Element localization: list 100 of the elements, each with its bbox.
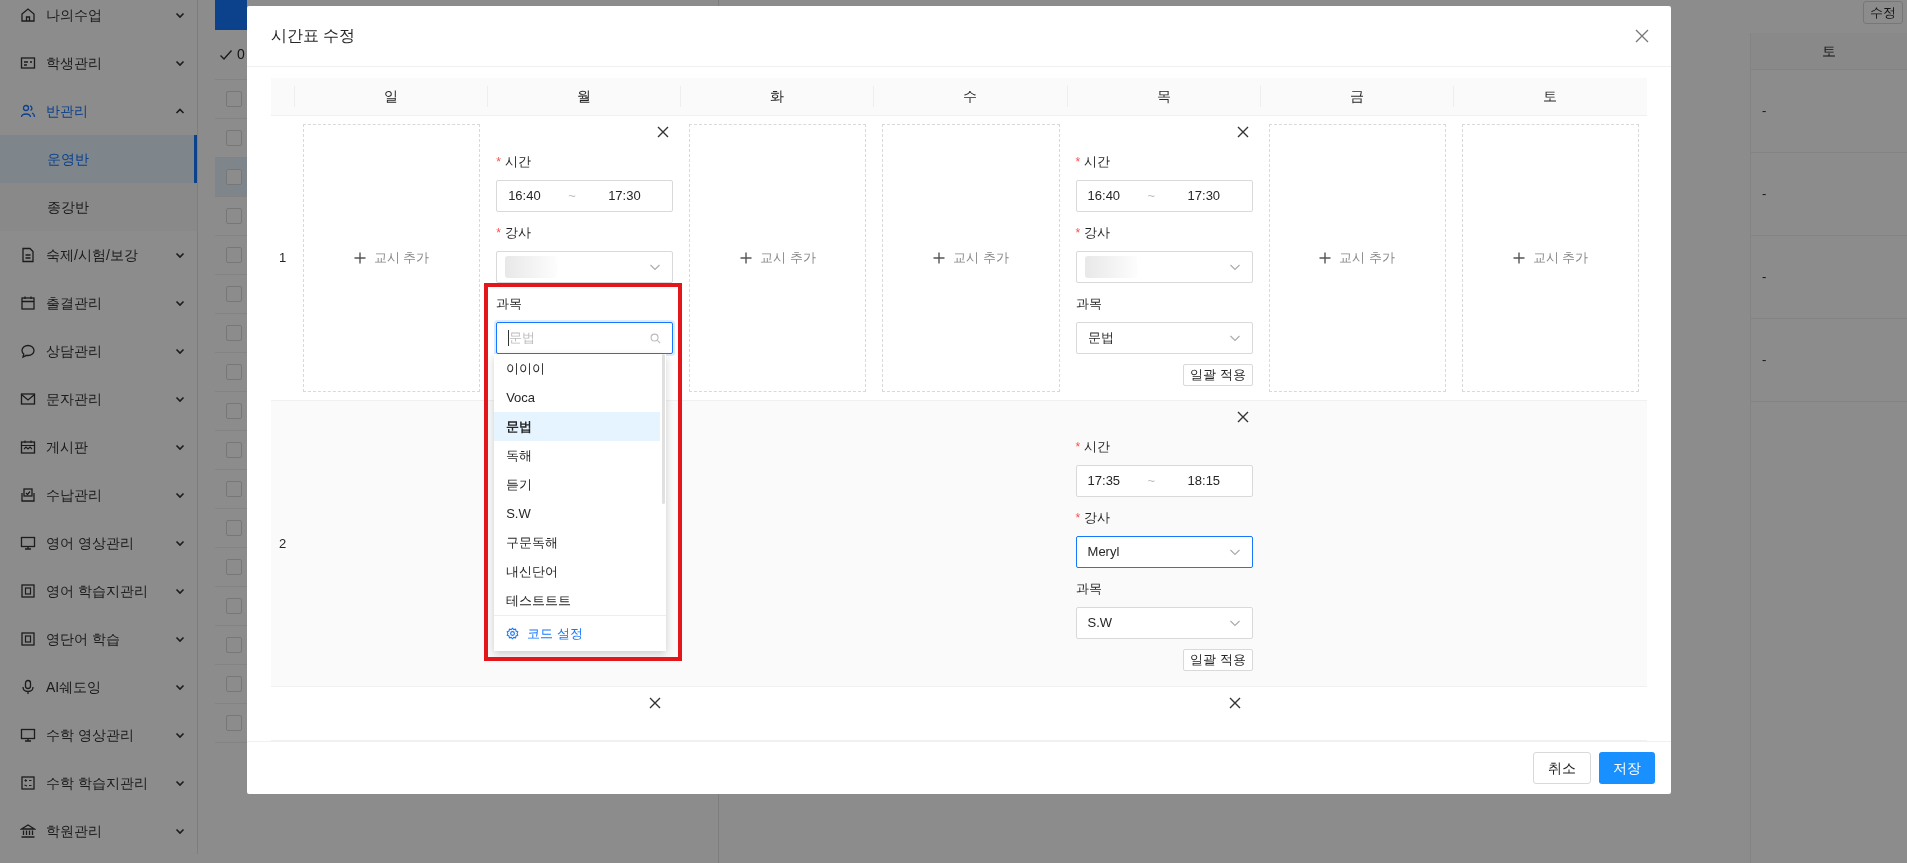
sidebar-item[interactable]: 게시판 [0, 423, 197, 471]
dropdown-option[interactable]: 내신단어 [494, 557, 661, 586]
sidebar-item[interactable]: 수납관리 [0, 471, 197, 519]
sidebar-item[interactable]: 학원관리 [0, 807, 197, 854]
dialog-title: 시간표 수정 [271, 26, 356, 46]
close-icon[interactable] [649, 697, 662, 709]
bank-icon [20, 823, 36, 839]
field-label: 과목 [496, 295, 523, 314]
close-icon[interactable] [1236, 411, 1249, 423]
field-label: 시간 [1084, 438, 1111, 457]
end-time: 17:30 [1187, 187, 1221, 206]
sidebar-item[interactable]: 숙제/시험/보강 [0, 231, 197, 279]
sidebar-item[interactable]: 문자관리 [0, 375, 197, 423]
required-mark: * [1075, 225, 1081, 242]
sidebar-item[interactable]: 영어 영상관리 [0, 519, 197, 567]
plus-icon [740, 252, 753, 264]
add-class-button[interactable] [215, 0, 247, 30]
gear-icon [506, 627, 520, 640]
column-header: 화 [770, 87, 785, 106]
dropdown-option[interactable]: Voca [494, 383, 661, 412]
letter-tile-icon [20, 631, 36, 647]
subject-select[interactable]: 문법 [1075, 322, 1253, 354]
microphone-icon [20, 679, 36, 695]
dropdown-option[interactable]: 이이이 [494, 354, 661, 383]
add-period-button[interactable]: 교시 추가 [689, 124, 867, 392]
close-icon[interactable] [1228, 697, 1241, 709]
save-button[interactable]: 저장 [1599, 752, 1655, 784]
close-icon[interactable] [1236, 126, 1249, 138]
column-header: 일 [384, 87, 399, 106]
field-label: 과목 [1075, 295, 1102, 314]
field-label: 강사 [504, 224, 531, 243]
teacher-name: Meryl [1086, 543, 1120, 562]
search-icon [650, 332, 662, 344]
field-label: 시간 [504, 153, 531, 172]
subject-select[interactable]: S.W [1075, 607, 1253, 639]
dropdown-option[interactable]: 구문독해 [494, 528, 661, 557]
add-period-button[interactable]: 교시 추가 [1268, 124, 1446, 392]
document-icon [20, 247, 36, 263]
calendar-icon [20, 295, 36, 311]
mail-icon [20, 391, 36, 407]
letter-tile-icon [20, 583, 36, 599]
sidebar-item[interactable]: 학생관리 [0, 39, 197, 87]
sidebar-item[interactable]: 영어 학습지관리 [0, 567, 197, 615]
id-card-icon [20, 55, 36, 71]
sidebar-item[interactable]: AI쉐도잉 [0, 663, 197, 711]
cancel-button[interactable]: 취소 [1533, 752, 1591, 784]
start-time: 16:40 [1087, 187, 1122, 206]
plus-icon [933, 252, 946, 264]
row-number: 1 [279, 249, 287, 268]
time-range-field[interactable]: 16:40 ~ 17:30 [496, 180, 674, 212]
home-icon [20, 7, 36, 23]
end-time: 18:15 [1187, 472, 1221, 491]
plus-icon [1319, 252, 1332, 264]
time-range-field[interactable]: 17:35 ~ 18:15 [1075, 465, 1253, 497]
dropdown-option[interactable]: 테스트트트 [494, 586, 661, 615]
field-label: 시간 [1084, 153, 1111, 172]
edit-button[interactable]: 수정 [1863, 1, 1903, 24]
check-icon [219, 47, 233, 62]
dropdown-option[interactable]: 듣기 [494, 470, 661, 499]
range-separator: ~ [1147, 187, 1157, 206]
plus-icon [1512, 252, 1525, 264]
required-mark: * [496, 225, 501, 242]
column-header: 수 [963, 87, 978, 106]
row-number: 2 [279, 534, 287, 553]
sidebar-item[interactable]: 영단어 학습 [0, 615, 197, 663]
grid-icon [20, 775, 36, 791]
sidebar-item[interactable]: 상담관리 [0, 327, 197, 375]
table-cell-text: - [1762, 102, 1767, 121]
apply-all-button[interactable]: 일괄 적용 [1183, 364, 1253, 386]
sidebar-item[interactable]: 수학 학습지관리 [0, 759, 197, 807]
teacher-select[interactable]: Meryl [1075, 536, 1253, 568]
field-label: 과목 [1075, 580, 1102, 599]
dropdown-option[interactable]: 독해 [494, 441, 661, 470]
add-period-button[interactable]: 교시 추가 [1461, 124, 1639, 392]
column-header: 토 [1822, 41, 1836, 61]
field-label: 강사 [1084, 224, 1111, 243]
field-label: 강사 [1084, 509, 1111, 528]
apply-all-button[interactable]: 일괄 적용 [1183, 649, 1253, 671]
selected-row[interactable] [215, 158, 247, 197]
dropdown-option[interactable]: 문법 [494, 412, 661, 441]
sidebar-item[interactable]: 수학 영상관리 [0, 711, 197, 759]
teacher-select[interactable] [496, 251, 674, 283]
required-mark: * [1075, 154, 1081, 171]
dropdown-option[interactable]: S.W [494, 499, 661, 528]
teacher-select[interactable] [1075, 251, 1253, 283]
column-header: 월 [577, 87, 592, 106]
time-range-field[interactable]: 16:40 ~ 17:30 [1075, 180, 1253, 212]
sidebar-subitem[interactable]: 운영반 [0, 135, 197, 183]
add-period-button[interactable]: 교시 추가 [882, 124, 1060, 392]
required-mark: * [496, 154, 501, 171]
monitor-icon [20, 727, 36, 743]
sidebar-item[interactable]: 나의수업 [0, 0, 197, 39]
sidebar-item[interactable]: 출결관리 [0, 279, 197, 327]
table-cell-text: - [1762, 351, 1767, 370]
add-period-button[interactable]: 교시 추가 [303, 124, 481, 392]
monitor-icon [20, 535, 36, 551]
board-icon [20, 439, 36, 455]
sidebar-item[interactable]: 반관리 [0, 87, 197, 135]
range-separator: ~ [1147, 472, 1157, 491]
close-icon[interactable] [657, 126, 670, 138]
